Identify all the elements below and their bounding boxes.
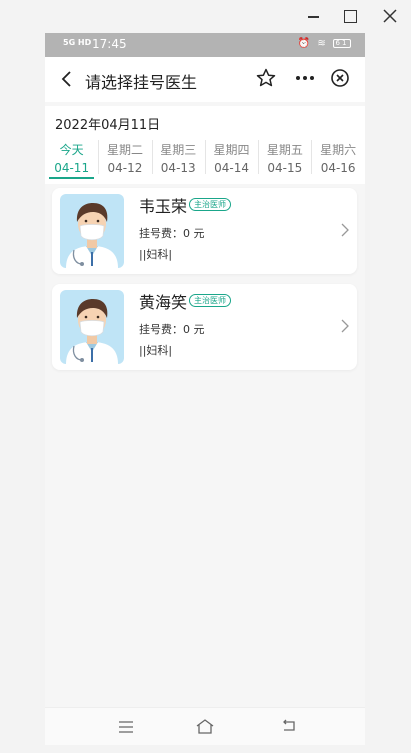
doctor-avatar — [60, 290, 124, 364]
current-date: 2022年04月11日 — [55, 118, 161, 133]
day-tab-wednesday[interactable]: 星期三 04-13 — [151, 136, 205, 181]
doctor-card[interactable]: 韦玉荣 主治医师 挂号费：0 元 ||妇科| — [52, 188, 357, 274]
registration-fee: 挂号费：0 元 — [139, 323, 205, 336]
chevron-right-icon — [339, 318, 351, 334]
home-icon[interactable] — [195, 717, 215, 735]
day-date: 04-12 — [107, 161, 143, 175]
minimize-icon[interactable] — [302, 4, 326, 28]
system-navigation-bar — [45, 707, 365, 745]
status-bar: 5G HD 17:45 ⏰ ≋ 61 — [45, 33, 365, 57]
day-weekday: 今天 — [59, 143, 84, 157]
doctor-title-badge: 主治医师 — [189, 198, 231, 211]
back-nav-icon[interactable] — [281, 718, 297, 734]
day-tab-friday[interactable]: 星期五 04-15 — [258, 136, 311, 181]
alarm-icon: ⏰ — [297, 38, 313, 49]
doctor-name: 韦玉荣 — [139, 197, 188, 216]
wifi-icon: ≋ — [317, 38, 328, 49]
back-icon[interactable] — [57, 69, 77, 89]
doctor-name: 黄海笑 — [139, 293, 188, 312]
doctor-department: ||妇科| — [139, 344, 173, 357]
navigation-bar: 请选择挂号医生 — [45, 57, 365, 102]
phone-screen: 5G HD 17:45 ⏰ ≋ 61 请选择挂号医生 2022年04月11日 今… — [45, 33, 365, 745]
page-title: 请选择挂号医生 — [85, 73, 198, 92]
day-tab-today[interactable]: 今天 04-11 — [45, 136, 98, 181]
star-icon[interactable] — [255, 67, 277, 89]
day-weekday: 星期三 — [160, 143, 197, 157]
battery-icon: 61 — [333, 38, 351, 48]
doctor-title-badge: 主治医师 — [189, 294, 231, 307]
day-tab-saturday[interactable]: 星期六 04-16 — [311, 136, 364, 181]
day-date: 04-16 — [320, 161, 356, 175]
doctor-card[interactable]: 黄海笑 主治医师 挂号费：0 元 ||妇科| — [52, 284, 357, 370]
day-weekday: 星期二 — [106, 143, 143, 157]
registration-fee: 挂号费：0 元 — [139, 227, 205, 240]
chevron-right-icon — [339, 222, 351, 238]
day-tabs: 今天 04-11 星期二 04-12 星期三 04-13 星期四 04-14 星… — [45, 136, 365, 181]
doctor-avatar — [60, 194, 124, 268]
status-icons: ⏰ ≋ 61 — [298, 38, 351, 49]
day-tab-thursday[interactable]: 星期四 04-14 — [204, 136, 258, 181]
day-weekday: 星期四 — [213, 143, 250, 157]
more-options-icon[interactable] — [293, 67, 317, 89]
signal-indicator: 5G HD — [63, 38, 92, 47]
close-window-icon[interactable] — [378, 4, 402, 28]
day-weekday: 星期五 — [266, 143, 303, 157]
menu-icon[interactable] — [118, 719, 134, 733]
doctor-department: ||妇科| — [139, 248, 173, 261]
close-circle-icon[interactable] — [329, 67, 351, 89]
maximize-icon[interactable] — [338, 4, 362, 28]
day-date: 04-13 — [160, 161, 196, 175]
day-date: 04-14 — [214, 161, 249, 175]
day-weekday: 星期六 — [320, 143, 357, 157]
date-selector: 2022年04月11日 今天 04-11 星期二 04-12 星期三 04-13… — [45, 106, 365, 184]
day-date: 04-15 — [267, 161, 303, 175]
status-time: 17:45 — [92, 37, 127, 51]
day-tab-tuesday[interactable]: 星期二 04-12 — [98, 136, 151, 181]
window-title-bar — [0, 0, 411, 32]
day-date: 04-11 — [54, 161, 90, 175]
